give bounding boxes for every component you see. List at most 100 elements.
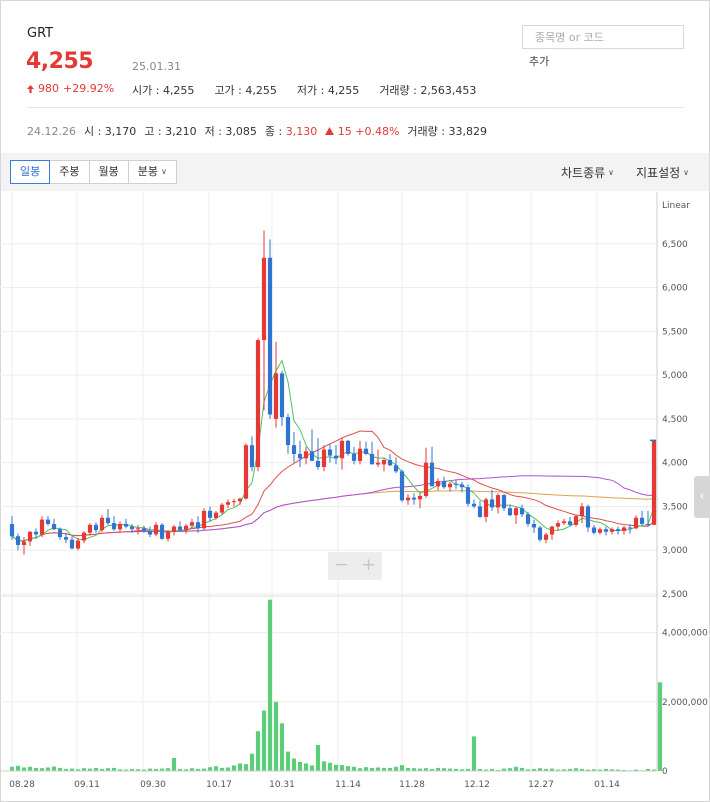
add-button[interactable]: 추가 [529, 53, 549, 69]
volume-bar [267, 599, 273, 771]
candle-body [93, 524, 99, 531]
period-tabs: 일봉 주봉 월봉 분봉 ∨ [10, 160, 177, 184]
candle-body [639, 517, 645, 524]
price-tick-label: 3,000 [662, 546, 688, 556]
candle-body [57, 529, 63, 538]
candle-body [435, 481, 441, 487]
tab-daily[interactable]: 일봉 [10, 160, 51, 184]
volume-bar [513, 766, 519, 771]
candle-body [489, 499, 495, 508]
volume-bar [231, 765, 237, 771]
candle-body [21, 541, 27, 545]
volume-bar [315, 745, 321, 771]
price-change: 980 +29.92% [27, 82, 114, 95]
volume-bar [345, 766, 351, 771]
zoom-out-button[interactable]: − [328, 552, 355, 580]
candle-body [615, 529, 621, 531]
tab-weekly[interactable]: 주봉 [50, 160, 90, 184]
volume-bar [279, 723, 285, 771]
candle-body [465, 487, 471, 504]
candle-body [447, 483, 453, 488]
volume: 거래량 : 2,563,453 [379, 84, 477, 97]
candle-body [585, 506, 591, 528]
tab-minute[interactable]: 분봉 ∨ [128, 160, 177, 184]
volume-bar [309, 765, 315, 771]
candle-body [405, 497, 411, 501]
candle-body [291, 445, 297, 454]
volume-bar [261, 710, 267, 771]
search-input[interactable] [522, 25, 684, 49]
candle-body [219, 504, 225, 513]
up-triangle-icon [325, 126, 335, 135]
candle-body [273, 373, 279, 419]
candle-body [171, 526, 177, 532]
candle-body [567, 521, 573, 525]
chevron-down-icon: ∨ [161, 167, 167, 176]
date-tick-label: 09.30 [140, 780, 166, 790]
candle-body [357, 448, 363, 461]
candle-body [345, 440, 351, 454]
candle-body [459, 484, 465, 488]
chart-type-dropdown[interactable]: 차트종류 ∨ [561, 164, 614, 181]
hover-date: 24.12.26 [27, 124, 76, 138]
volume-bar [51, 766, 57, 771]
candle-body [87, 524, 93, 533]
tab-monthly[interactable]: 월봉 [89, 160, 129, 184]
volume-bar [45, 767, 51, 771]
candle-body [213, 512, 219, 518]
volume-tick-label: 4,000,000 [662, 629, 708, 639]
change-percent: +29.92% [63, 82, 115, 95]
hover-ohlc-info: 24.12.26 시 : 3,170 고 : 3,210 저 : 3,085 종… [27, 123, 487, 139]
candle-body [63, 537, 69, 540]
hover-low: 저 : 3,085 [204, 125, 257, 138]
volume-bar [291, 758, 297, 771]
volume-bar [213, 766, 219, 771]
candle-body [525, 514, 531, 524]
price-tick-label: 4,500 [662, 415, 688, 425]
hover-open: 시 : 3,170 [83, 125, 137, 138]
low-price: 저가 : 4,255 [296, 84, 360, 97]
price-tick-label: 5,500 [662, 327, 688, 337]
volume-bar [27, 766, 33, 771]
candle-body [507, 508, 513, 516]
hover-close: 종 : 3,130 [265, 123, 317, 139]
candle-body [321, 449, 327, 467]
date-tick-label: 12.12 [464, 780, 490, 790]
candle-body [255, 340, 261, 468]
date-tick-label: 12.27 [528, 780, 554, 790]
volume-bar [471, 736, 477, 771]
volume-tick-label: 2,000,000 [662, 698, 708, 708]
candle-body [309, 451, 315, 461]
candle-body [165, 531, 171, 539]
hover-volume: 거래량 : 33,829 [407, 125, 487, 138]
volume-bar [327, 762, 333, 771]
candle-body [297, 453, 303, 459]
candle-body [159, 524, 165, 539]
volume-bar [225, 767, 231, 771]
candle-body [597, 529, 603, 533]
candle-body [81, 532, 87, 541]
candle-body [201, 510, 207, 529]
candle-body [261, 257, 267, 341]
up-arrow-icon [27, 84, 34, 93]
candle-body [15, 536, 21, 545]
price-tick-label: 6,000 [662, 284, 688, 294]
candle-body [117, 524, 123, 530]
candle-body [243, 445, 249, 499]
side-panel-toggle[interactable]: ‹ [694, 476, 710, 518]
candle-body [399, 471, 405, 501]
volume-bar [351, 766, 357, 771]
candlestick-chart[interactable]: Linear 6,500 6,000 5,500 5,000 4,500 4,000 3,50… [0, 192, 710, 800]
volume-bar [297, 762, 303, 771]
volume-bar [375, 767, 381, 771]
candle-body [561, 521, 567, 524]
volume-bar [363, 767, 369, 771]
date-tick-label: 01.14 [594, 780, 620, 790]
price-tick-label: 3,500 [662, 502, 688, 512]
zoom-in-button[interactable]: + [355, 552, 382, 580]
candle-body [651, 440, 657, 525]
indicator-settings-dropdown[interactable]: 지표설정 ∨ [636, 164, 689, 181]
scale-label: Linear [662, 201, 690, 211]
candle-body [105, 517, 111, 524]
candle-body [333, 455, 339, 459]
